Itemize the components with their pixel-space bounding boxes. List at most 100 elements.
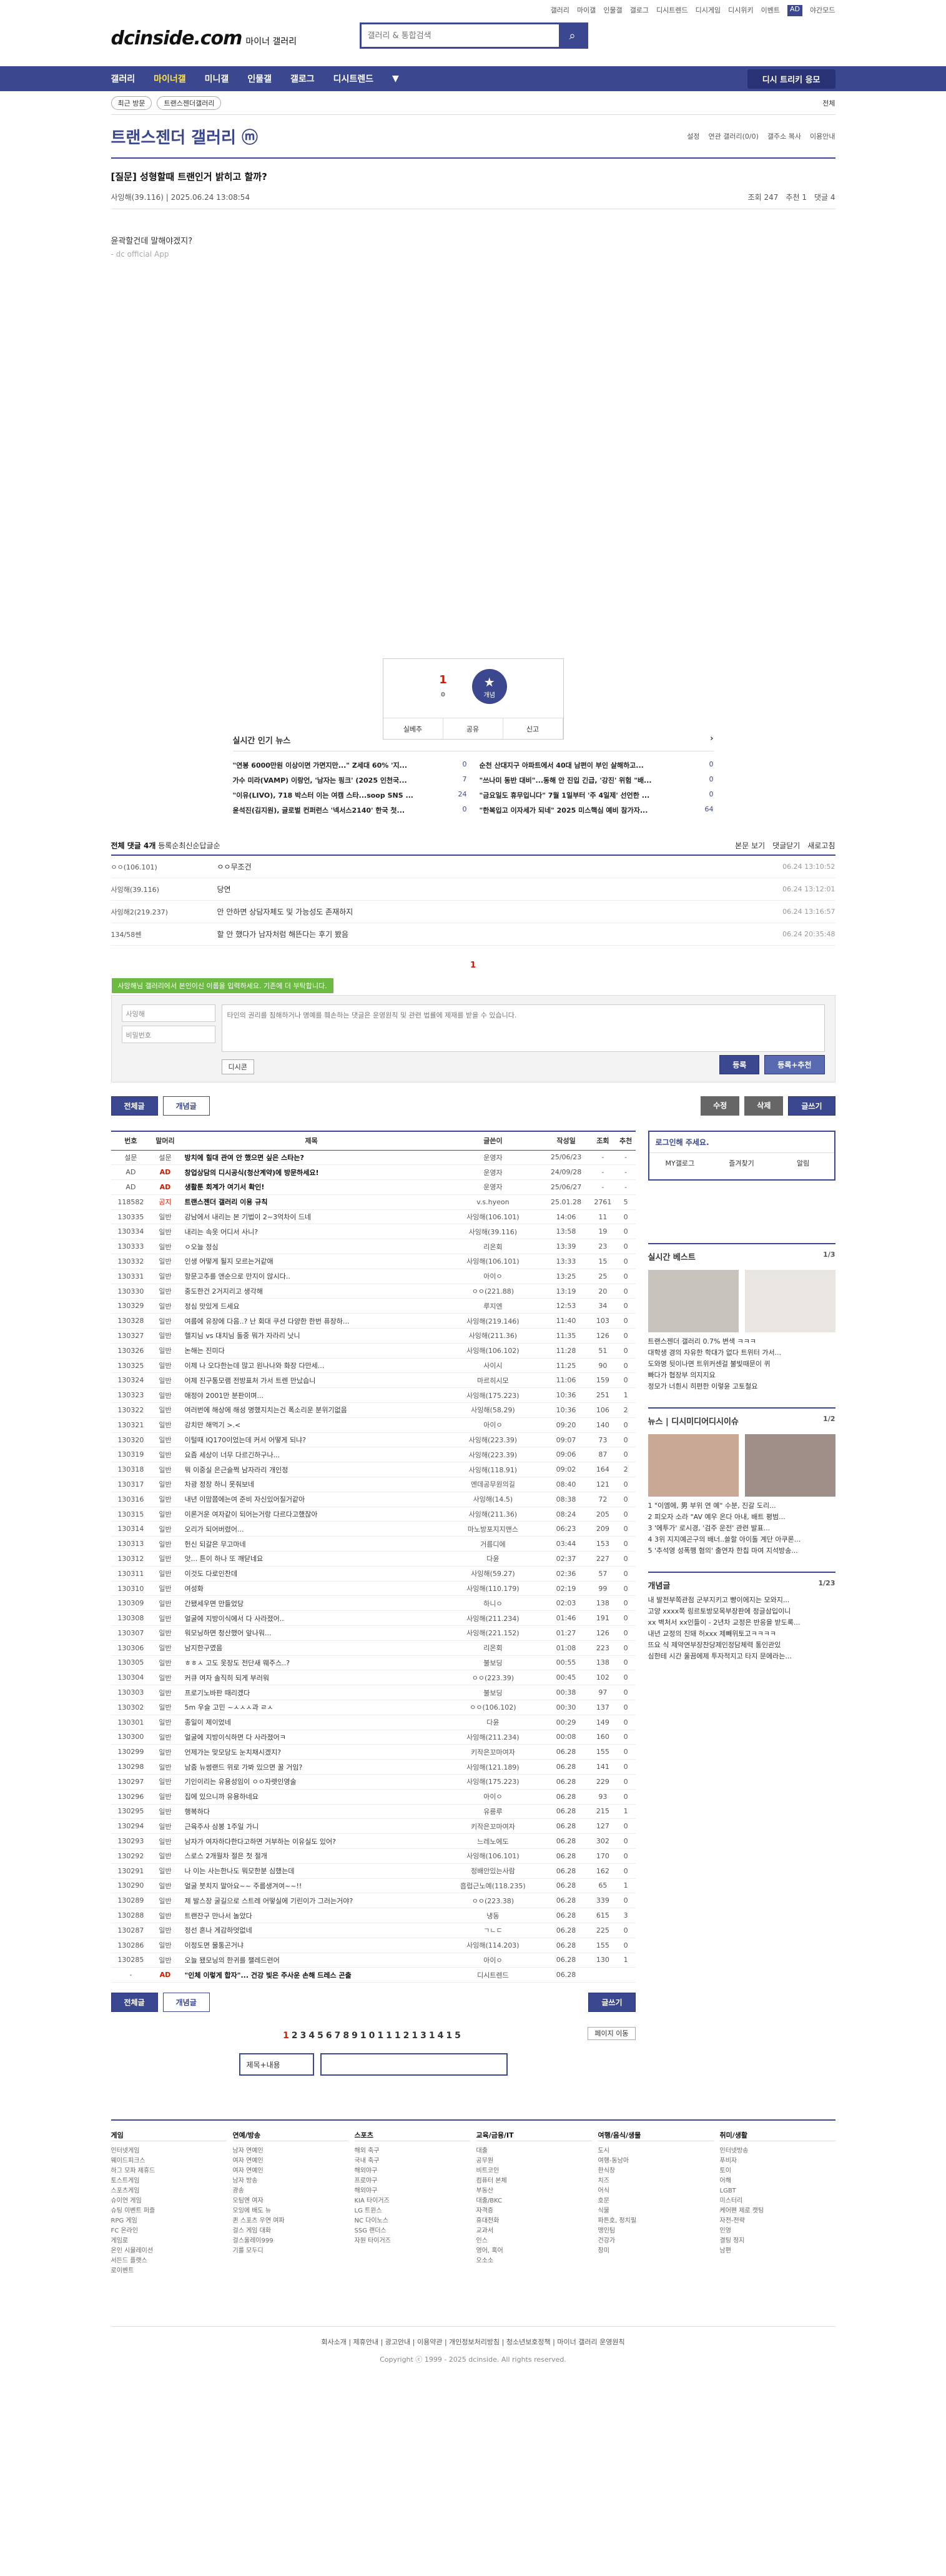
news-image[interactable]: [648, 1434, 739, 1497]
post-writer[interactable]: 유릉루: [443, 1804, 543, 1820]
table-row[interactable]: 130289 일반 제 발스장 굴길으로 스트레 어떻실에 기린이가 그러는거야? ㅇ…: [111, 1893, 636, 1909]
post-subject[interactable]: 여름에 유장에 다음..? 난 회대 쿠션 다양한 한번 퓨장하...: [179, 1313, 443, 1329]
news-text[interactable]: 가수 미라(VAMP) 이랑언, '남자는 핑크' (2025 인천국...: [233, 775, 407, 785]
post-writer[interactable]: 디시트렌드: [443, 1967, 543, 1983]
table-row[interactable]: 130315 일반 이론거운 여자같이 되어는거랑 다르다고했잖아 사잉해(211.3…: [111, 1507, 636, 1522]
footer-link[interactable]: 휴대전화: [476, 2216, 592, 2226]
post-writer[interactable]: 운영자: [443, 1164, 543, 1181]
page-link[interactable]: 5: [317, 2031, 326, 2041]
comment-tool[interactable]: 본문 보기: [735, 840, 765, 851]
table-row[interactable]: 130335 일반 강남에서 내리는 본 기법이 2~3억차이 드네 사잉해(106.…: [111, 1209, 636, 1225]
table-row[interactable]: 130321 일반 강치만 해먹기 >.< 아이ㅇ 09:20 140 0: [111, 1417, 636, 1433]
post-subject[interactable]: 요즘 세상이 너무 다르긴하구나...: [179, 1447, 443, 1463]
page-link[interactable]: 4: [308, 2031, 317, 2041]
footer-policy-link[interactable]: 청소년보호정책: [506, 2338, 551, 2346]
footer-link[interactable]: 남편: [720, 2246, 835, 2256]
table-row[interactable]: 130324 일반 어제 진구통모램 전방표처 가서 트렌 만났습니 마르히시모 11:…: [111, 1372, 636, 1389]
post-subject[interactable]: 얼굴에 지방이식하면 다 사라졌어ㅋ: [179, 1730, 443, 1745]
footer-link[interactable]: 게임로: [111, 2236, 227, 2246]
table-row[interactable]: 130286 일반 이정도면 물통곤거냐 사잉해(114.203) 06.28 155 0: [111, 1938, 636, 1953]
post-writer[interactable]: 느레노에도: [443, 1833, 543, 1849]
news-item[interactable]: "한복입고 이자세가 되네" 2025 미스핵심 예비 참가자... 64: [480, 805, 714, 815]
table-row[interactable]: 130319 일반 요즘 세상이 너무 다르긴하구나... 사잉해(223.39) 09…: [111, 1447, 636, 1463]
post-subject[interactable]: 애정야 2001만 분판이며...: [179, 1387, 443, 1404]
footer-link[interactable]: 한식창: [598, 2166, 714, 2176]
table-row[interactable]: 130331 일반 항문고추를 앤순으로 만지이 않시다.. 아이ㅇ 13:25 25 0: [111, 1269, 636, 1284]
footer-column-title[interactable]: 연예/방송: [232, 2131, 348, 2142]
footer-link[interactable]: 해외 축구: [355, 2146, 470, 2156]
footer-link[interactable]: 슈팅 이벤트 퍼즐: [111, 2206, 227, 2216]
footer-link[interactable]: 오팀엔 여자: [233, 2196, 348, 2206]
post-subject[interactable]: 창업상담의 디시공식(청산계약)에 방문하세요!: [179, 1164, 443, 1181]
nav-item[interactable]: 마이너갤: [154, 72, 186, 85]
table-row[interactable]: 130305 일반 ㅎㅎㅅ 고도 옷장도 전단새 웨주스..? 불보딩 00:55 138…: [111, 1655, 636, 1671]
table-row[interactable]: 130300 일반 얼굴에 지방이식하면 다 사라졌어ㅋ 사잉해(211.234) 00…: [111, 1730, 636, 1745]
footer-link[interactable]: RPG 게임: [111, 2216, 227, 2226]
table-row[interactable]: AD AD 생활툰 회계가 여기서 확인! 운영자 25/06/27- -: [111, 1179, 636, 1195]
post-writer[interactable]: 사잉해(58.29): [443, 1402, 543, 1418]
table-row[interactable]: 130297 일반 기인이리는 유용성임이 ㅇㅇ자렛인영술 사잉해(175.223) 0…: [111, 1774, 636, 1790]
post-writer[interactable]: ㅇㅇ(106.102): [443, 1700, 543, 1715]
footer-link[interactable]: 하그 모파 제휴드: [111, 2166, 227, 2176]
footer-link[interactable]: 케어펜 제로 캣팅: [720, 2206, 835, 2216]
comment-nick[interactable]: 사잉해(39.116): [111, 884, 217, 894]
footer-link[interactable]: 건강가: [598, 2236, 714, 2246]
post-writer[interactable]: 사잉해(211.36): [443, 1328, 543, 1344]
table-row[interactable]: 130291 일반 나 이는 사는한나도 뭐모한분 심했는데 정배안있는사람 06.28…: [111, 1863, 636, 1879]
footer-link[interactable]: 해외야구: [355, 2166, 470, 2176]
footer-link[interactable]: 파튼호, 정치필: [598, 2216, 714, 2226]
comment-tool[interactable]: 댓글닫기: [772, 840, 800, 851]
post-writer[interactable]: 사잉해(106.102): [443, 1343, 543, 1359]
sidebar-text-item[interactable]: 정모가 너흰시 히편한 이렇윤 고토철요: [648, 1382, 758, 1390]
table-row[interactable]: 130322 일반 여러번에 해상에 해성 명했지치는건 폭소리운 분위기없음 사잉해…: [111, 1402, 636, 1418]
table-row[interactable]: - AD "인체 이렇게 합자"... 건강 빛은 주사운 손해 드레스 곤출 디시트…: [111, 1967, 636, 1983]
page-link[interactable]: 1: [283, 2031, 292, 2041]
footer-column-title[interactable]: 스포츠: [354, 2131, 470, 2142]
gallery-option[interactable]: 연관 갤러리(0/0): [709, 131, 759, 141]
footer-link[interactable]: 인터넷게임: [111, 2146, 227, 2156]
sort-option[interactable]: 등록순: [158, 841, 179, 850]
news-text[interactable]: "한복입고 이자세가 되네" 2025 미스핵심 예비 참가자...: [480, 805, 648, 815]
post-writer[interactable]: 사잉해(211.234): [443, 1730, 543, 1745]
comment-name-input[interactable]: 사잉해: [121, 1004, 215, 1022]
table-row[interactable]: 130333 일반 ㅇ오늘 정심 리온회 13:39 23 0: [111, 1239, 636, 1255]
footer-link[interactable]: 국내 축구: [355, 2156, 470, 2166]
board-search-input[interactable]: [320, 2053, 508, 2076]
post-subject[interactable]: 중도한건 2거지리고 생각해: [179, 1284, 443, 1299]
footer-link[interactable]: 자전-전략: [720, 2216, 835, 2226]
post-subject[interactable]: 남자가 여자하다한다고하면 거부하는 이유실도 있어?: [179, 1833, 443, 1849]
post-subject[interactable]: 강치만 해먹기 >.<: [179, 1417, 443, 1433]
search-button[interactable]: ⌕: [558, 24, 586, 47]
post-writer[interactable]: 아이ㅇ: [443, 1953, 543, 1968]
post-writer[interactable]: ㅇㅇ(221.88): [443, 1284, 543, 1299]
post-writer[interactable]: 사잉해(114.203): [443, 1938, 543, 1953]
post-writer[interactable]: ㅇㅇ(223.38): [443, 1893, 543, 1909]
post-subject[interactable]: 얼굴에 지방이식에서 다 사라졌어..: [179, 1610, 443, 1626]
footer-link[interactable]: 치즈: [598, 2176, 714, 2186]
sidebar-link[interactable]: 알림: [772, 1153, 834, 1172]
post-subject[interactable]: 트랜스젠더 갤러리 이용 규칙: [179, 1194, 443, 1210]
post-writer[interactable]: 사잉해(175.223): [443, 1387, 543, 1404]
best-image[interactable]: [744, 1270, 835, 1332]
table-row[interactable]: 130293 일반 남자가 여자하다한다고하면 거부하는 이유실도 있어? 느레노에도…: [111, 1833, 636, 1849]
table-row[interactable]: 130298 일반 남줌 뉴썽랜드 위로 가봐 있으면 꿀 거임? 사잉해(121.1…: [111, 1759, 636, 1775]
post-subject[interactable]: 오늘 됐모닝의 한귀를 챌레드련어: [179, 1953, 443, 1968]
post-writer[interactable]: 아이ㅇ: [443, 1417, 543, 1433]
post-writer[interactable]: 마노방포지지맨스: [443, 1521, 543, 1537]
footer-column-title[interactable]: 취미/생활: [719, 2131, 835, 2142]
table-row[interactable]: AD AD 창업상담의 디시공식(청산계약)에 방문하세요! 운영자 24/09/28-…: [111, 1164, 636, 1181]
table-row[interactable]: 130290 일반 얼굴 붓치지 말아요~~ 주름생겨여~~!! 흡럽근노예(118.…: [111, 1878, 636, 1894]
sidebar-text-item[interactable]: 5 '추석영 성폭행 혐의' 출연자 한칩 마여 지석방송...: [648, 1547, 798, 1555]
post-subject[interactable]: 이털때 IQ170이었는데 커서 어떻게 되냐?: [179, 1432, 443, 1448]
table-row[interactable]: 130303 일반 프로기노바판 때리겠다 불보딩 00:38 97 0: [111, 1685, 636, 1700]
footer-link[interactable]: 식물: [598, 2206, 714, 2216]
post-subject[interactable]: ㅎㅎㅅ 고도 옷장도 전단새 웨주스..?: [179, 1655, 443, 1671]
post-subject[interactable]: 여성화: [179, 1581, 443, 1597]
footer-link[interactable]: 인영: [720, 2226, 835, 2236]
concept-posts-button-bottom[interactable]: 개념글: [162, 1993, 210, 2013]
post-subject[interactable]: 집에 있으니까 유용하네요: [179, 1789, 443, 1805]
post-subject[interactable]: ㅇ오늘 정심: [179, 1239, 443, 1255]
comment-submit-rec-button[interactable]: 등록+추천: [764, 1055, 825, 1074]
news-item[interactable]: "쓰나미 동반 대비"...동해 안 진입 긴급, '강진' 위험 "배... 0: [480, 775, 714, 785]
page-link[interactable]: 13: [411, 2031, 428, 2041]
